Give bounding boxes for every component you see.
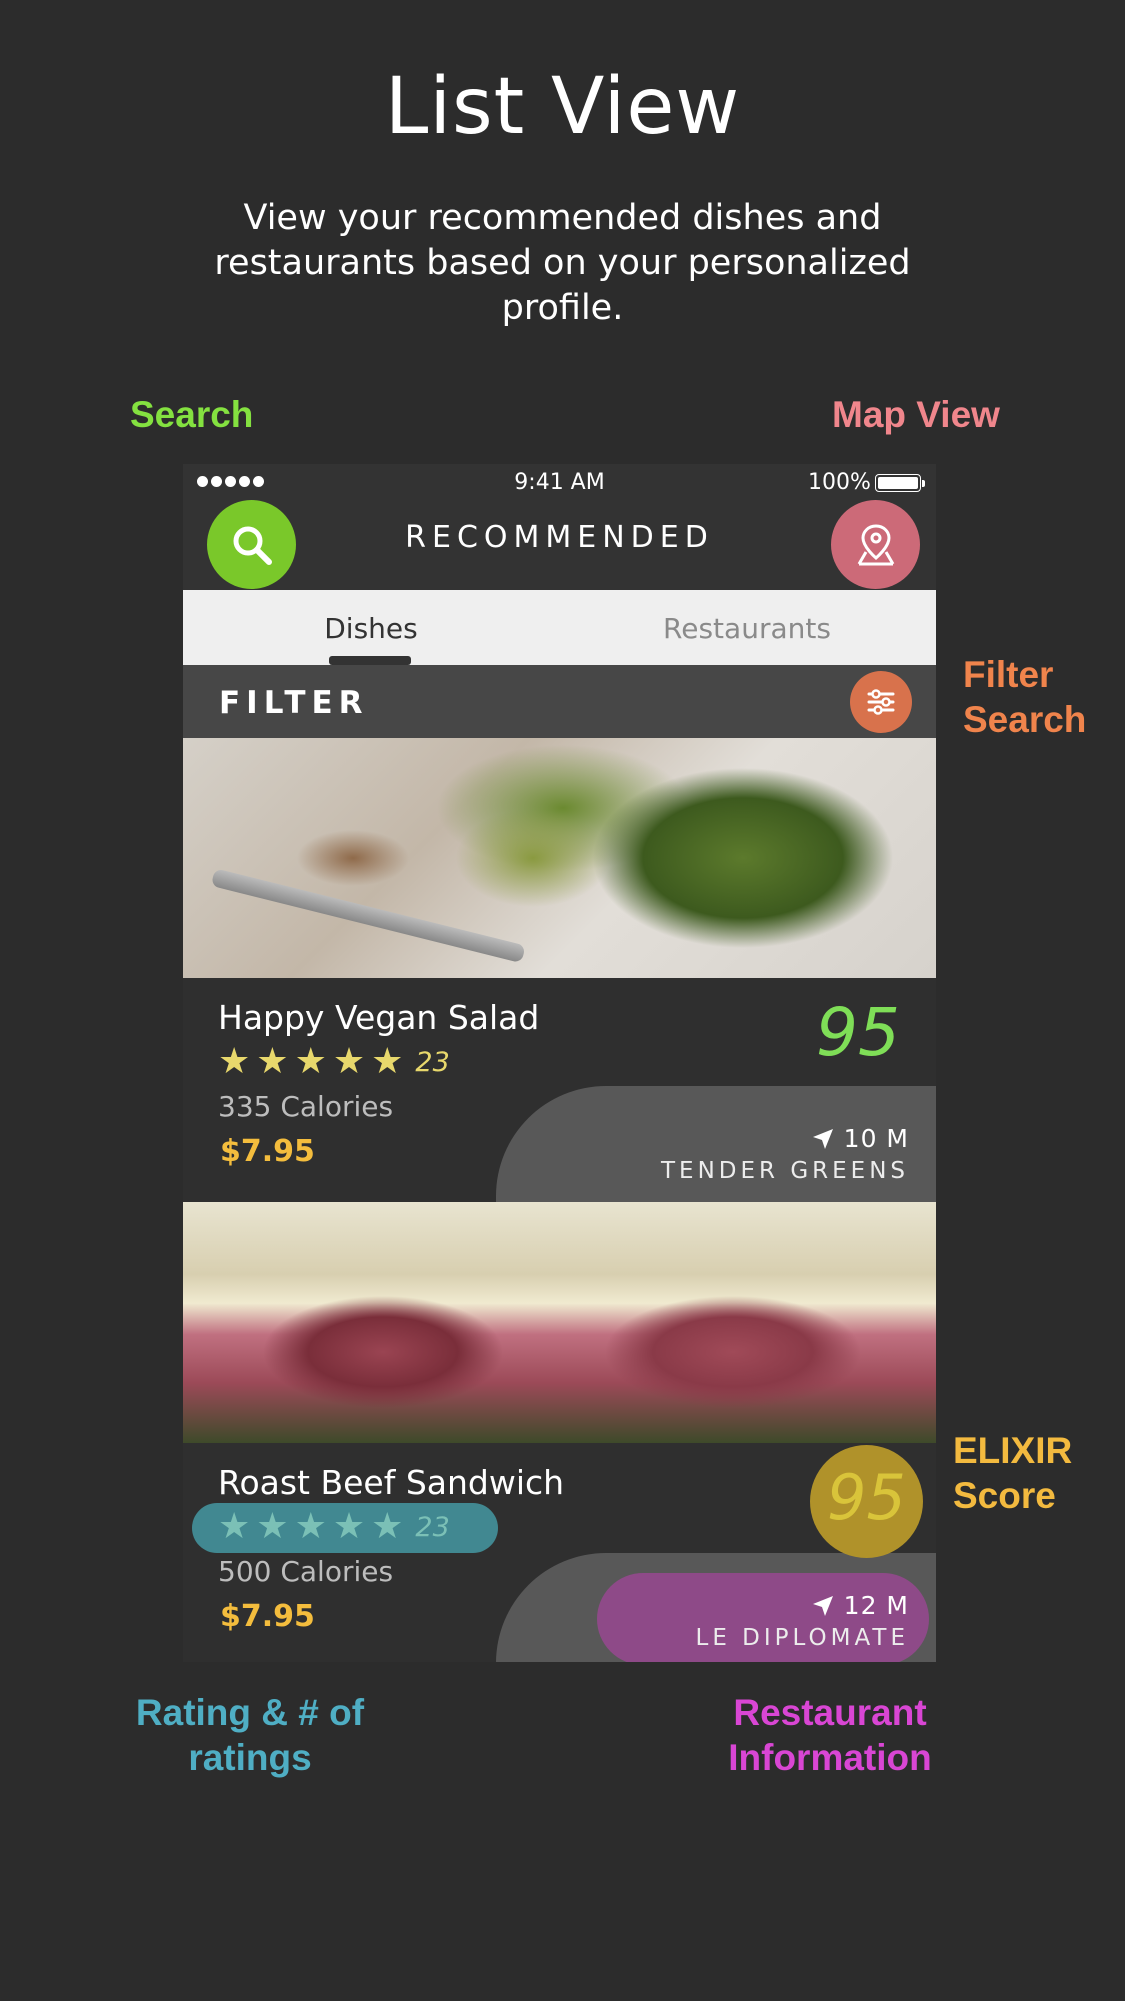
tab-restaurants[interactable]: Restaurants xyxy=(559,612,935,645)
dish-card[interactable]: Happy Vegan Salad ★ ★ ★ ★ ★ 23 335 Calor… xyxy=(183,978,936,1216)
dish-name: Happy Vegan Salad xyxy=(218,998,540,1037)
filter-button[interactable] xyxy=(850,671,912,733)
dish-photo-sandwich[interactable] xyxy=(183,1202,936,1443)
star-icon: ★ xyxy=(294,1506,327,1547)
star-icon: ★ xyxy=(371,1041,404,1082)
status-bar: 9:41 AM 100% xyxy=(183,464,936,502)
callout-rating: Rating & # of ratings xyxy=(135,1692,365,1778)
battery-percent: 100% xyxy=(808,470,871,495)
star-icon: ★ xyxy=(332,1041,366,1082)
calories: 335 Calories xyxy=(218,1090,394,1123)
callout-restaurant-information: Restaurant Information xyxy=(728,1692,932,1778)
rating-count: 23 xyxy=(415,1046,450,1078)
price: $7.95 xyxy=(220,1599,315,1634)
restaurant-name[interactable]: TENDER GREENS xyxy=(661,1158,909,1184)
distance-value: 10 M xyxy=(843,1124,909,1153)
callout-filter-search: Filter Search xyxy=(963,654,1087,740)
tab-bar: Dishes Restaurants xyxy=(183,590,936,665)
callout-search: Search xyxy=(130,394,254,435)
map-view-button[interactable] xyxy=(831,500,920,589)
distance: 12 M xyxy=(812,1591,909,1620)
header-title: RECOMMENDED xyxy=(405,520,714,555)
callout-map-view: Map View xyxy=(832,394,1000,435)
battery-tip xyxy=(922,480,925,487)
star-icon: ★ xyxy=(218,1041,251,1082)
rating-count: 23 xyxy=(415,1511,450,1543)
elixir-score: 95 xyxy=(816,994,900,1071)
price: $7.95 xyxy=(220,1134,315,1169)
location-arrow-icon xyxy=(812,1128,833,1149)
distance-value: 12 M xyxy=(843,1591,909,1620)
star-icon: ★ xyxy=(218,1506,251,1547)
filter-label: FILTER xyxy=(219,685,369,721)
phone-screen: 9:41 AM 100% RECOMMENDED Dishes Restaura… xyxy=(183,464,936,1662)
distance: 10 M xyxy=(812,1124,909,1153)
elixir-score: 95 xyxy=(827,1461,906,1534)
dish-card[interactable]: Roast Beef Sandwich ★ ★ ★ ★ ★ 23 500 Cal… xyxy=(183,1443,936,1662)
tab-active-indicator xyxy=(329,656,411,665)
battery-icon xyxy=(875,474,921,492)
page-subtitle: View your recommended dishes and restaur… xyxy=(214,198,911,328)
map-pin-icon xyxy=(857,523,894,565)
callout-elixir-score: ELIXIR Score xyxy=(953,1430,1073,1516)
rating-stars: ★ ★ ★ ★ ★ 23 xyxy=(218,1509,450,1545)
star-icon: ★ xyxy=(371,1506,404,1547)
dish-photo-salad[interactable] xyxy=(183,738,936,978)
tab-dishes[interactable]: Dishes xyxy=(183,612,559,645)
filter-bar[interactable]: FILTER xyxy=(183,665,936,738)
dish-name: Roast Beef Sandwich xyxy=(218,1463,565,1502)
rating-stars: ★ ★ ★ ★ ★ 23 xyxy=(218,1044,450,1080)
star-icon: ★ xyxy=(294,1041,327,1082)
fork-graphic xyxy=(210,868,526,964)
page-title: List View xyxy=(384,62,741,152)
restaurant-name[interactable]: LE DIPLOMATE xyxy=(696,1625,910,1651)
calories: 500 Calories xyxy=(218,1555,394,1588)
star-icon: ★ xyxy=(256,1506,289,1547)
star-icon: ★ xyxy=(332,1506,366,1547)
star-icon: ★ xyxy=(256,1041,289,1082)
sliders-icon xyxy=(867,689,895,715)
location-arrow-icon xyxy=(812,1595,833,1616)
